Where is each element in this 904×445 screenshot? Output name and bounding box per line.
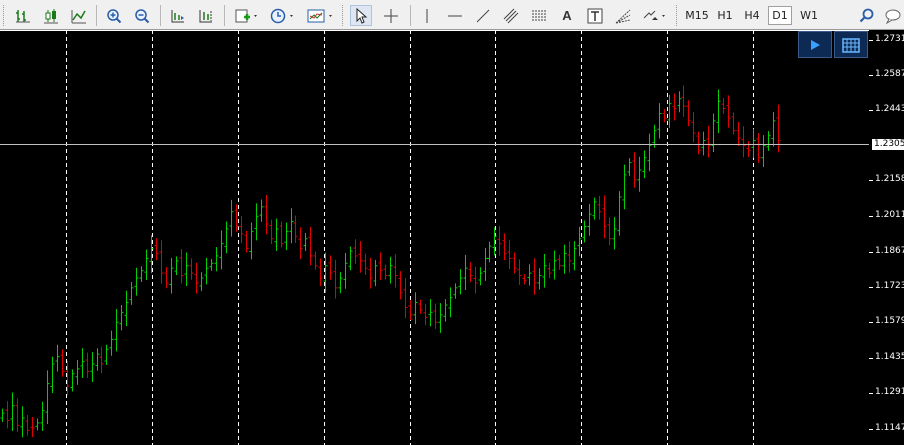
line-chart-button[interactable]	[68, 5, 90, 26]
bar-chart-icon	[16, 9, 30, 22]
zoom-in-icon	[107, 8, 122, 23]
new-order-button[interactable]	[232, 5, 262, 26]
cursor-icon	[356, 7, 368, 24]
timeframe-h1[interactable]: H1	[713, 6, 737, 25]
autoscroll-button[interactable]	[167, 5, 189, 26]
price-label: 1.1579	[875, 316, 904, 326]
zoom-in-button[interactable]	[103, 5, 125, 26]
candlestick-icon	[44, 8, 58, 23]
templates-button[interactable]	[305, 5, 337, 26]
price-label: 1.2731	[875, 34, 904, 44]
fibonacci-fan-icon	[615, 9, 631, 23]
play-icon	[811, 39, 820, 50]
text-icon: A	[562, 8, 572, 23]
zoom-out-icon	[135, 8, 150, 23]
price-label: 1.2587	[875, 69, 904, 79]
horizontal-line-icon	[448, 15, 462, 16]
price-chart[interactable]	[0, 30, 904, 445]
price-label: 1.1867	[875, 246, 904, 256]
price-tick	[869, 75, 873, 76]
price-label: 1.2443	[875, 104, 904, 114]
price-tick	[869, 110, 873, 111]
chat-icon	[885, 9, 901, 24]
text-button[interactable]: A	[556, 5, 578, 26]
crosshair-button[interactable]	[380, 5, 402, 26]
templates-icon	[307, 9, 332, 22]
price-tick	[869, 358, 873, 359]
horizontal-line-button[interactable]	[444, 5, 466, 26]
price-label: 1.1435	[875, 352, 904, 362]
current-price-label: 1.2305	[872, 139, 904, 150]
line-chart-icon	[71, 9, 86, 23]
price-tick	[869, 40, 873, 41]
price-tick	[869, 252, 873, 253]
vertical-line-button[interactable]	[416, 5, 438, 26]
play-button[interactable]	[798, 31, 832, 58]
price-label: 1.1291	[875, 387, 904, 397]
crosshair-icon	[384, 8, 398, 23]
timeframe-h4[interactable]: H4	[740, 6, 764, 25]
trendline-button[interactable]	[472, 5, 494, 26]
chart-shift-icon	[199, 9, 212, 22]
chat-button[interactable]	[884, 5, 904, 26]
price-tick	[869, 393, 873, 394]
price-tick	[869, 429, 873, 430]
search-icon	[859, 8, 874, 22]
calendar-button[interactable]	[834, 31, 868, 58]
price-tick	[869, 216, 873, 217]
equidistant-channel-icon	[503, 8, 519, 23]
periods-button[interactable]	[268, 5, 298, 26]
periods-icon	[270, 8, 293, 23]
timeframe-m15[interactable]: M15	[684, 6, 710, 25]
calendar-icon	[842, 37, 860, 53]
arrows-button[interactable]	[640, 5, 670, 26]
toolbar-grip[interactable]	[3, 5, 7, 26]
price-label: 1.1147	[875, 423, 904, 433]
candlestick-button[interactable]	[40, 5, 62, 26]
price-axis: 1.2731 1.2587 1.2443 1.2158 1.2011 1.1867 1.17…	[869, 30, 904, 445]
timeframe-w1[interactable]: W1	[796, 6, 822, 25]
arrows-icon	[643, 10, 665, 20]
text-label-icon	[587, 8, 603, 23]
equidistant-channel-button[interactable]	[500, 5, 522, 26]
price-tick	[869, 180, 873, 181]
cursor-button[interactable]	[350, 5, 372, 26]
fibonacci-button[interactable]	[528, 5, 550, 26]
chart-canvas[interactable]	[0, 30, 869, 445]
text-label-button[interactable]	[584, 5, 606, 26]
price-label: 1.2011	[875, 210, 904, 220]
autoscroll-icon	[171, 9, 184, 22]
bar-chart-button[interactable]	[12, 5, 34, 26]
price-label: 1.2158	[875, 174, 904, 184]
toolbar: A M15 H1 H4 D1 W1	[0, 0, 904, 30]
price-tick	[869, 322, 873, 323]
chart-shift-button[interactable]	[195, 5, 217, 26]
timeframe-d1[interactable]: D1	[768, 6, 792, 25]
new-order-icon	[235, 9, 257, 22]
price-label: 1.1723	[875, 281, 904, 291]
fibonacci-icon	[532, 10, 546, 20]
fibonacci-fan-button[interactable]	[612, 5, 634, 26]
trendline-icon	[476, 9, 490, 22]
vertical-line-icon	[426, 8, 428, 23]
price-tick	[869, 287, 873, 288]
zoom-out-button[interactable]	[131, 5, 153, 26]
search-button[interactable]	[856, 5, 878, 26]
